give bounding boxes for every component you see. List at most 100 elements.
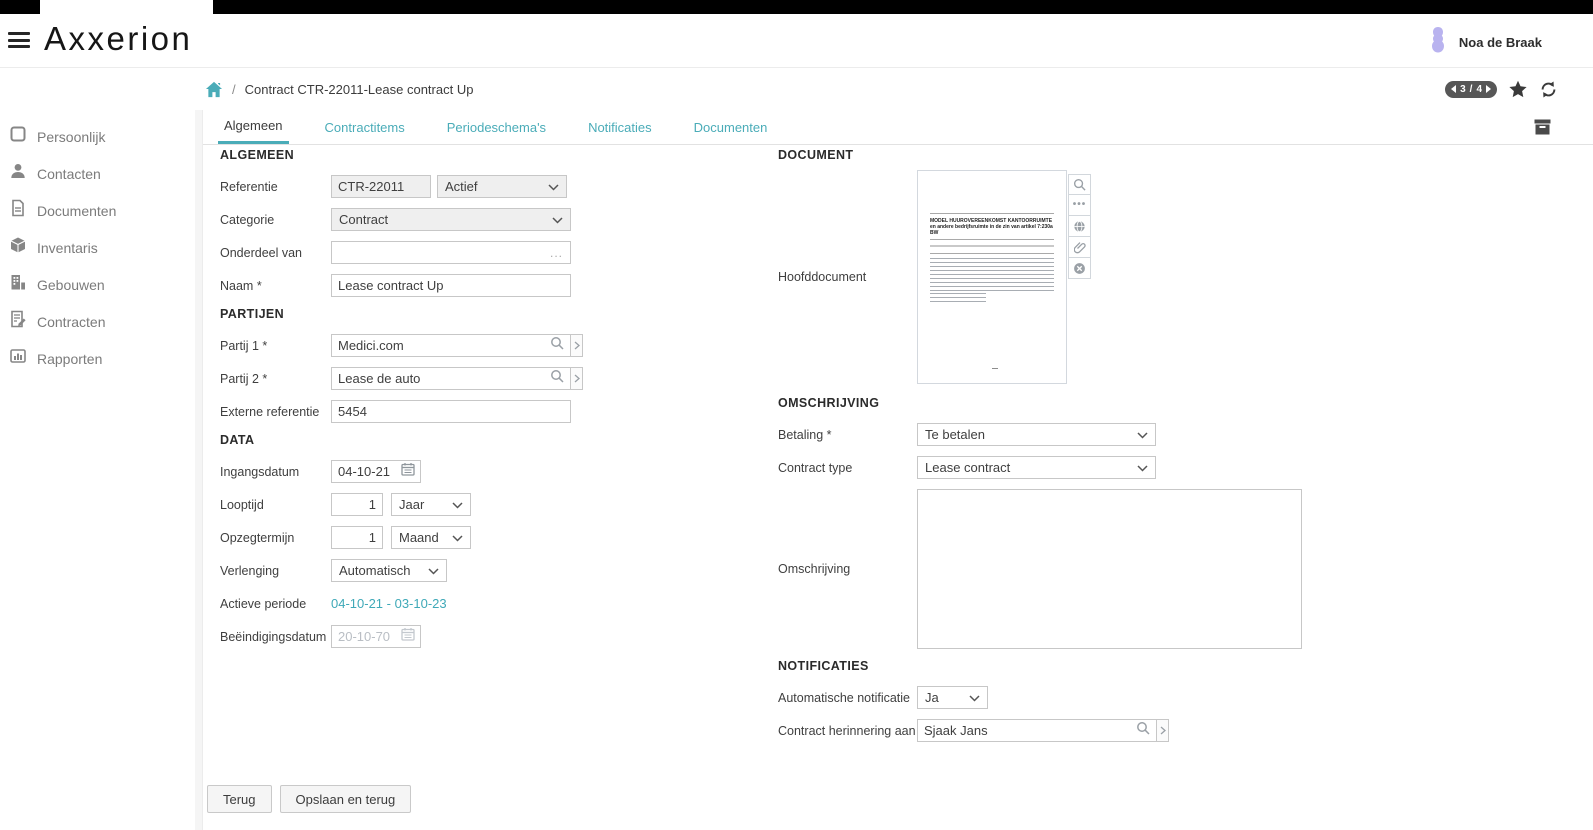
terug-button[interactable]: Terug: [207, 785, 272, 813]
favorite-star-icon[interactable]: [1508, 80, 1528, 99]
user-name: Noa de Braak: [1459, 35, 1542, 50]
verlenging-row: Verlenging Automatisch: [220, 559, 786, 582]
pager-prev-icon[interactable]: [1451, 85, 1456, 93]
partij1-input[interactable]: [331, 334, 571, 357]
search-icon[interactable]: [1136, 721, 1150, 740]
open-record-icon[interactable]: [570, 334, 583, 357]
betaling-select[interactable]: Te betalen: [917, 423, 1156, 446]
externe-referentie-input[interactable]: [331, 400, 571, 423]
sidebar-nav: Persoonlijk Contacten Documenten Inventa…: [0, 110, 195, 830]
automatische-notificatie-select[interactable]: Ja: [917, 686, 988, 709]
sidebar-item-documenten[interactable]: Documenten: [0, 192, 195, 229]
paperclip-icon[interactable]: [1068, 237, 1091, 258]
partij1-field: [331, 334, 583, 357]
status-select[interactable]: Actief: [437, 175, 567, 198]
partij2-input[interactable]: [331, 367, 571, 390]
contract-pencil-icon: [9, 310, 27, 333]
omschrijving-row: Omschrijving: [778, 489, 1518, 649]
contract-herinnering-label: Contract herinnering aan: [778, 724, 917, 738]
omschrijving-label: Omschrijving: [778, 562, 917, 576]
partij2-field: [331, 367, 583, 390]
contract-herinnering-field: [917, 719, 1169, 742]
form-right-column: DOCUMENT Hoofddocument MODEL HUUROVEREEN…: [778, 148, 1518, 752]
referentie-input[interactable]: [331, 175, 431, 198]
omschrijving-textarea[interactable]: [917, 489, 1302, 649]
thumb-paragraph-short: [930, 293, 986, 302]
sidebar-item-rapporten[interactable]: Rapporten: [0, 340, 195, 377]
sidebar-item-inventaris[interactable]: Inventaris: [0, 229, 195, 266]
chevron-down-icon: [548, 179, 559, 194]
building-icon: [9, 273, 27, 296]
betaling-label: Betaling *: [778, 428, 917, 442]
chevron-down-icon: [452, 530, 463, 545]
zoom-document-icon[interactable]: [1068, 174, 1091, 195]
calendar-icon[interactable]: [401, 627, 415, 646]
main-content: Algemeen Contractitems Periodeschema's N…: [203, 110, 1593, 830]
looptijd-label: Looptijd: [220, 498, 331, 512]
remove-document-icon[interactable]: [1068, 258, 1091, 279]
looptijd-input[interactable]: [331, 493, 383, 516]
onderdeel-input[interactable]: [331, 241, 571, 264]
thumb-rule: [930, 253, 1054, 254]
chevron-down-icon: [428, 563, 439, 578]
home-icon[interactable]: [205, 81, 223, 98]
square-outline-icon: [9, 125, 27, 148]
naam-row: Naam *: [220, 274, 786, 297]
hoofddocument-label: Hoofddocument: [778, 270, 917, 284]
beeindigingsdatum-row: Beëindigingsdatum: [220, 625, 786, 648]
refresh-icon[interactable]: [1539, 80, 1558, 99]
breadcrumb: / Contract CTR-22011-Lease contract Up: [205, 68, 473, 110]
more-options-icon[interactable]: •••: [1068, 195, 1091, 216]
pager-separator: /: [1470, 84, 1473, 95]
sidebar-item-gebouwen[interactable]: Gebouwen: [0, 266, 195, 303]
actieve-periode-link[interactable]: 04-10-21 - 03-10-23: [331, 596, 447, 611]
verlenging-label: Verlenging: [220, 564, 331, 578]
ingangsdatum-field: [331, 460, 421, 483]
automatische-notificatie-label: Automatische notificatie: [778, 691, 917, 705]
sidebar-item-contracten[interactable]: Contracten: [0, 303, 195, 340]
opzegtermijn-label: Opzegtermijn: [220, 531, 331, 545]
contract-herinnering-input[interactable]: [917, 719, 1157, 742]
partij2-row: Partij 2 *: [220, 367, 786, 390]
contract-form: ALGEMEEN Referentie Actief Categorie Con…: [203, 110, 1593, 830]
chevron-down-icon: [969, 690, 980, 705]
open-record-icon[interactable]: [1156, 719, 1169, 742]
referentie-label: Referentie: [220, 180, 331, 194]
opzegtermijn-unit-select[interactable]: Maand: [391, 526, 471, 549]
thumb-paragraph: [930, 258, 1054, 291]
naam-label: Naam *: [220, 279, 331, 293]
opzegtermijn-input[interactable]: [331, 526, 383, 549]
ellipsis-icon[interactable]: ...: [550, 246, 563, 260]
chevron-down-icon: [452, 497, 463, 512]
open-record-icon[interactable]: [570, 367, 583, 390]
app-logo: Axxerion: [44, 20, 192, 58]
avatar: [1426, 24, 1450, 61]
pager-current: 3: [1460, 84, 1466, 95]
section-algemeen: ALGEMEEN: [220, 148, 786, 162]
actieve-periode-row: Actieve periode 04-10-21 - 03-10-23: [220, 592, 786, 615]
breadcrumb-current: Contract CTR-22011-Lease contract Up: [245, 82, 474, 97]
document-thumbnail[interactable]: MODEL HUUROVEREENKOMST KANTOORRUIMTE en …: [917, 170, 1067, 384]
betaling-row: Betaling * Te betalen: [778, 423, 1518, 446]
hamburger-menu-icon[interactable]: [8, 32, 32, 50]
verlenging-select[interactable]: Automatisch: [331, 559, 447, 582]
globe-icon[interactable]: [1068, 216, 1091, 237]
looptijd-unit-select[interactable]: Jaar: [391, 493, 471, 516]
section-notificaties: NOTIFICATIES: [778, 659, 1518, 673]
naam-input[interactable]: [331, 274, 571, 297]
opslaan-en-terug-button[interactable]: Opslaan en terug: [280, 785, 412, 813]
categorie-select[interactable]: Contract: [331, 208, 571, 231]
categorie-label: Categorie: [220, 213, 331, 227]
externe-referentie-row: Externe referentie: [220, 400, 786, 423]
user-menu[interactable]: Noa de Braak: [1426, 24, 1542, 61]
app-header: Axxerion Noa de Braak: [0, 14, 1593, 68]
search-icon[interactable]: [550, 336, 564, 355]
calendar-icon[interactable]: [401, 462, 415, 481]
looptijd-row: Looptijd Jaar: [220, 493, 786, 516]
sidebar-item-contacten[interactable]: Contacten: [0, 155, 195, 192]
pager-next-icon[interactable]: [1486, 85, 1491, 93]
sidebar-item-persoonlijk[interactable]: Persoonlijk: [0, 118, 195, 155]
hoofddocument-row: Hoofddocument MODEL HUUROVEREENKOMST KAN…: [778, 170, 1518, 384]
contract-type-select[interactable]: Lease contract: [917, 456, 1156, 479]
search-icon[interactable]: [550, 369, 564, 388]
